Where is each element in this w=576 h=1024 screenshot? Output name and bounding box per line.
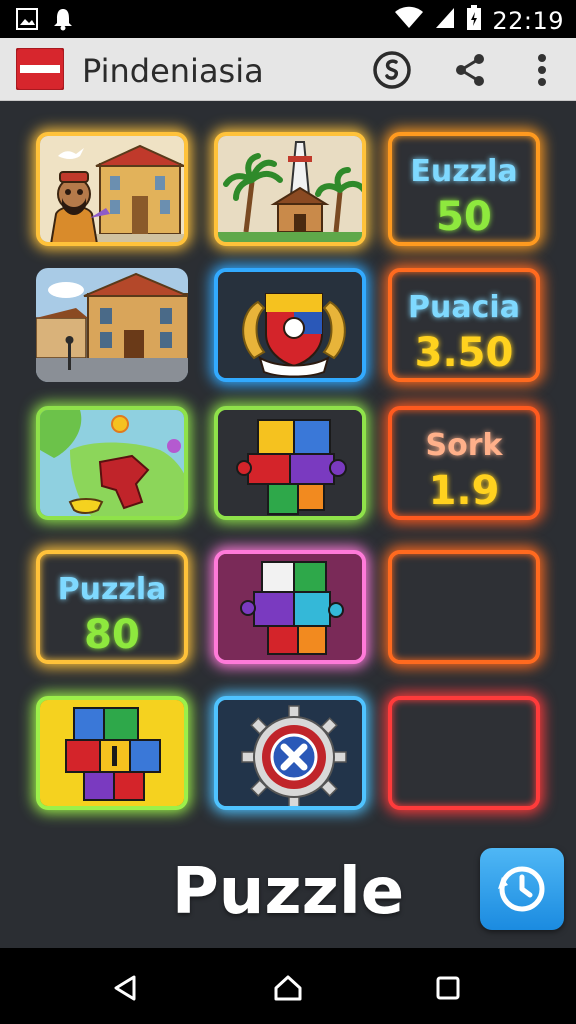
- signal-icon: [434, 6, 456, 35]
- share-icon: [456, 54, 484, 86]
- more-vert-icon: [538, 54, 546, 86]
- tile-score-value: 1.9: [428, 468, 500, 514]
- recents-button[interactable]: [428, 968, 468, 1008]
- status-bar: 22:19: [0, 0, 576, 38]
- recents-icon: [436, 976, 460, 1000]
- tile-sork[interactable]: Sork 1.9: [388, 406, 540, 520]
- back-button[interactable]: [106, 968, 146, 1008]
- tile-empty-1[interactable]: [388, 550, 540, 664]
- status-time: 22:19: [492, 6, 564, 35]
- tile-score-label: Puacia: [408, 290, 520, 325]
- tile-colonial-man[interactable]: [36, 132, 188, 246]
- tile-puacia[interactable]: Puacia 3.50: [388, 268, 540, 382]
- tile-score-label: Sork: [425, 428, 503, 463]
- coin-button[interactable]: [372, 50, 412, 90]
- tile-score-value: 3.50: [414, 330, 514, 376]
- tile-empty-2[interactable]: [388, 696, 540, 810]
- image-icon: [16, 8, 38, 35]
- bell-icon: [52, 7, 74, 36]
- tile-puzzla[interactable]: Puzzla 80: [36, 550, 188, 664]
- home-button[interactable]: [268, 968, 308, 1008]
- app-bar: Pindeniasia: [0, 38, 576, 101]
- home-icon: [274, 975, 302, 1001]
- timer-button[interactable]: [480, 848, 564, 930]
- tile-score-value: 80: [84, 612, 140, 658]
- battery-icon: [466, 5, 482, 36]
- tile-score-label: Puzzla: [57, 572, 167, 607]
- more-button[interactable]: [522, 50, 562, 90]
- tile-island-map[interactable]: [36, 406, 188, 520]
- nav-bar: [0, 948, 576, 1024]
- tile-palm-monument[interactable]: [214, 132, 366, 246]
- timer-icon: [498, 866, 545, 912]
- coin-icon: [373, 51, 411, 89]
- tile-gear-emblem[interactable]: [214, 696, 366, 810]
- tile-coat-of-arms[interactable]: [214, 268, 366, 382]
- tile-score-value: 50: [436, 194, 492, 240]
- tile-puzzle-pieces-2[interactable]: [214, 550, 366, 664]
- app-title: Pindeniasia: [82, 52, 264, 90]
- tile-puzzle-pieces-1[interactable]: [214, 406, 366, 520]
- tile-score-label: Euzzla: [410, 154, 518, 189]
- tile-street-building[interactable]: [36, 268, 188, 382]
- share-button[interactable]: [450, 50, 490, 90]
- tile-euzzla[interactable]: Euzzla 50: [388, 132, 540, 246]
- tile-puzzle-pieces-3[interactable]: [36, 696, 188, 810]
- app-logo: [15, 47, 65, 91]
- back-icon: [114, 975, 136, 1001]
- wifi-icon: [394, 6, 424, 35]
